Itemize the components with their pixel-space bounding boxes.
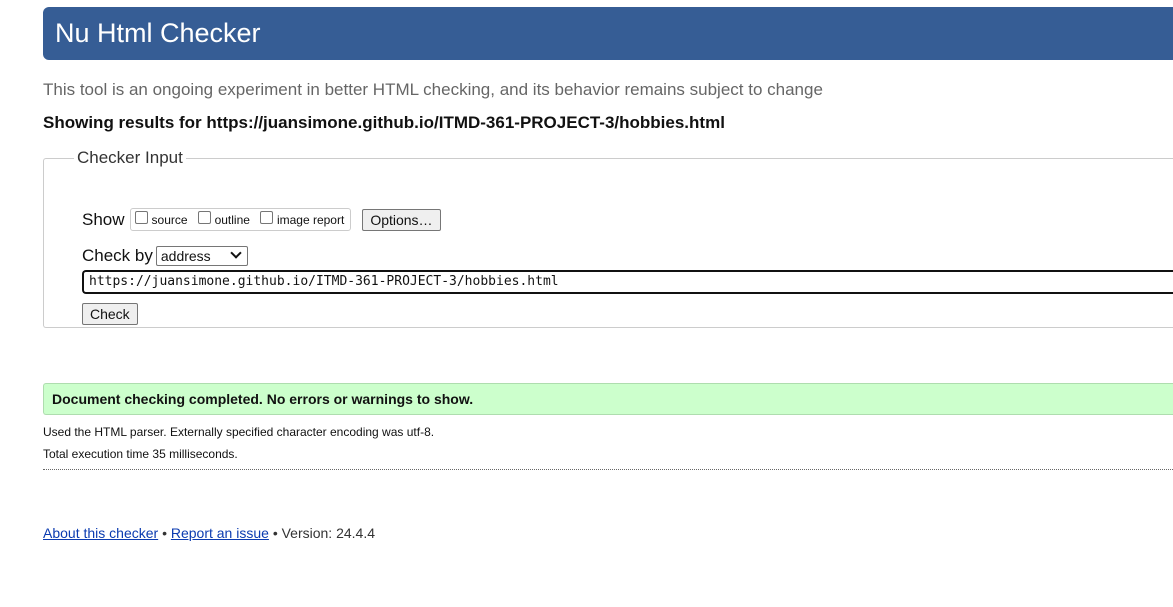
tagline: This tool is an ongoing experiment in be… [43,80,823,99]
show-label: Show [82,209,125,229]
page-title: Nu Html Checker [55,18,261,48]
show-source-checkbox[interactable] [134,211,148,224]
results-for-heading: Showing results for https://juansimone.g… [43,113,725,132]
footer: About this checker • Report an issue • V… [43,525,375,541]
page: Nu Html Checker This tool is an ongoing … [0,0,1173,607]
checker-input-legend: Checker Input [77,148,183,167]
show-source-option[interactable]: source [134,211,188,227]
show-outline-checkbox[interactable] [197,211,211,224]
check-by-row: Check by address [82,246,248,266]
show-source-label: source [151,212,188,227]
footer-separator-1: • [162,525,167,541]
parser-info: Used the HTML parser. Externally specifi… [43,425,435,439]
show-outline-option[interactable]: outline [197,211,250,227]
about-checker-link[interactable]: About this checker [43,525,158,541]
header-bar: Nu Html Checker [43,7,1173,60]
footer-separator-2: • [272,525,278,541]
show-outline-label: outline [214,212,250,227]
check-by-selected-value: address [160,248,211,264]
show-image-report-checkbox[interactable] [259,211,273,224]
check-by-select[interactable]: address [155,246,248,266]
show-row: Show source outline image report Options… [82,208,441,231]
success-message: Document checking completed. No errors o… [43,383,1173,415]
execution-time: Total execution time 35 milliseconds. [43,447,238,461]
check-button[interactable]: Check [82,303,138,325]
report-issue-link[interactable]: Report an issue [171,525,269,541]
chevron-down-icon [230,247,242,259]
show-image-report-option[interactable]: image report [259,211,345,227]
show-image-report-label: image report [276,212,345,227]
options-button[interactable]: Options… [362,208,441,231]
dotted-divider [43,469,1173,470]
check-by-label: Check by [82,246,153,265]
url-input[interactable]: https://juansimone.github.io/ITMD-361-PR… [82,270,1173,294]
version-text: Version: 24.4.4 [281,525,376,541]
show-options-group: source outline image report [129,208,352,231]
checker-input-fieldset: Checker Input Show source outline image … [43,148,1173,328]
